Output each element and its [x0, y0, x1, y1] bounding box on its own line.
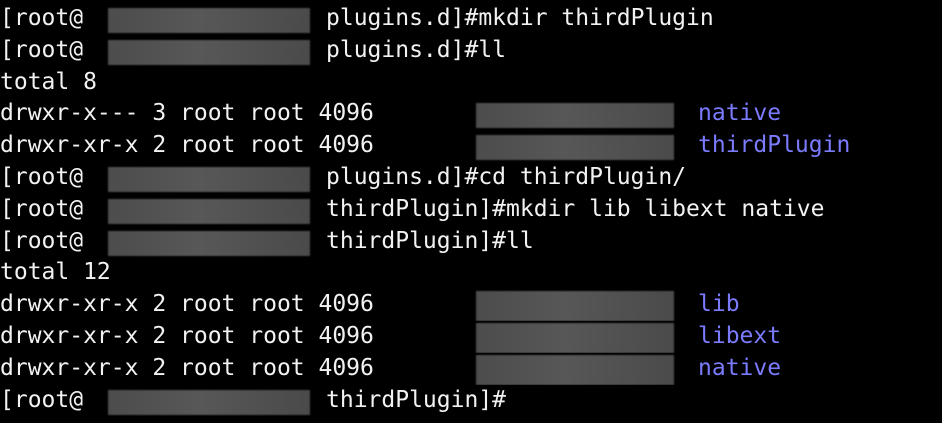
output-total-line: total 12 [0, 257, 942, 289]
redacted-hostname [108, 166, 310, 192]
directory-listing-row: drwxr-x--- 3 root root 4096 native [0, 98, 942, 130]
command-line-ll: [root@ thirdPlugin]#ll [0, 226, 942, 258]
terminal-window[interactable]: [root@ plugins.d]#mkdir thirdPlugin [roo… [0, 0, 942, 423]
output-text: total 12 [0, 259, 111, 286]
directory-name: libext [698, 322, 782, 349]
file-permissions-info: drwxr-xr-x 2 root root 4096 [0, 322, 374, 349]
command-text: plugins.d]#cd thirdPlugin/ [326, 163, 687, 190]
command-line-cd: [root@ plugins.d]#cd thirdPlugin/ [0, 162, 942, 194]
shell-prompt: [root@ [0, 5, 84, 31]
directory-listing-row: drwxr-xr-x 2 root root 4096 libext [0, 321, 942, 353]
shell-prompt: [root@ [0, 163, 84, 190]
file-permissions-info: drwxr-xr-x 2 root root 4096 [0, 132, 374, 159]
redacted-hostname [108, 198, 310, 224]
shell-prompt: [root@ [0, 36, 84, 63]
command-line-mkdir: [root@ plugins.d]#mkdir thirdPlugin [0, 3, 942, 35]
command-text: thirdPlugin]#mkdir lib libext native [326, 195, 825, 222]
redacted-date [476, 135, 674, 161]
file-permissions-info: drwxr-x--- 3 root root 4096 [0, 100, 374, 127]
output-total-line: total 8 [0, 67, 942, 99]
command-line-mkdir: [root@ thirdPlugin]#mkdir lib libext nat… [0, 194, 942, 226]
directory-name: native [698, 354, 782, 381]
directory-name: native [698, 100, 782, 127]
redacted-hostname [108, 230, 310, 256]
redacted-hostname [108, 8, 310, 33]
redacted-hostname [108, 39, 310, 65]
directory-listing-row: drwxr-xr-x 2 root root 4096 lib [0, 289, 942, 321]
shell-prompt: [root@ [0, 386, 84, 413]
output-text: total 8 [0, 68, 97, 95]
command-text: plugins.d]#mkdir thirdPlugin [326, 5, 714, 31]
file-permissions-info: drwxr-xr-x 2 root root 4096 [0, 354, 374, 381]
command-text: thirdPlugin]#ll [326, 227, 534, 254]
redacted-date [476, 354, 674, 385]
command-text: thirdPlugin]# [326, 386, 507, 413]
directory-name: lib [698, 291, 740, 318]
redacted-hostname [108, 389, 310, 415]
redacted-date [476, 103, 674, 129]
shell-prompt: [root@ [0, 227, 84, 254]
file-permissions-info: drwxr-xr-x 2 root root 4096 [0, 291, 374, 318]
redacted-date [476, 291, 674, 321]
command-line-current[interactable]: [root@ thirdPlugin]# [0, 385, 942, 417]
redacted-date [476, 322, 674, 353]
directory-listing-row: drwxr-xr-x 2 root root 4096 native [0, 353, 942, 385]
command-text: plugins.d]#ll [326, 36, 507, 63]
directory-name: thirdPlugin [698, 132, 851, 159]
shell-prompt: [root@ [0, 195, 84, 222]
command-line-ll: [root@ plugins.d]#ll [0, 35, 942, 67]
directory-listing-row: drwxr-xr-x 2 root root 4096 thirdPlugin [0, 130, 942, 162]
